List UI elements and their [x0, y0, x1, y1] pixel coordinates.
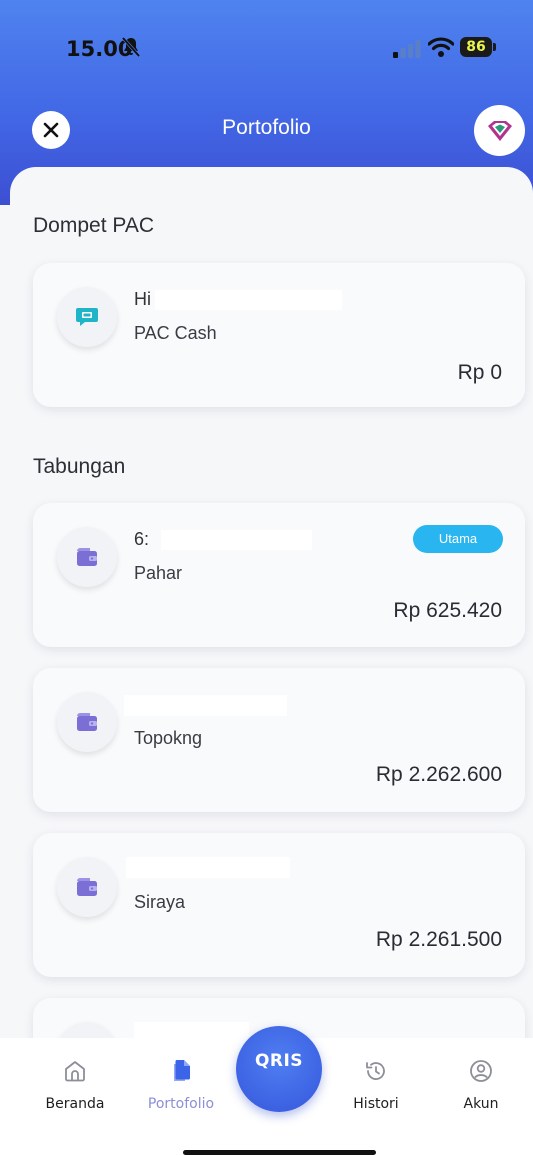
qris-icon: QRIS — [254, 1051, 304, 1071]
wallet-icon — [77, 713, 97, 731]
wallet-icon — [77, 548, 97, 566]
nav-label: Portofolio — [147, 1096, 215, 1112]
savings-card[interactable]: 6: Pahar Utama Rp 625.420 — [33, 503, 525, 647]
nav-label: Akun — [463, 1096, 499, 1112]
pac-wallet-icon — [76, 308, 98, 326]
nav-label: Histori — [353, 1096, 399, 1112]
pac-cash-card[interactable]: Hi PAC Cash Rp 0 — [33, 263, 525, 407]
nav-portofolio[interactable]: Portofolio — [131, 1058, 231, 1112]
wifi-icon — [428, 37, 454, 57]
wallet-icon — [77, 878, 97, 896]
signal-icon — [393, 40, 421, 58]
savings-avatar — [57, 857, 117, 917]
home-icon — [65, 1061, 85, 1082]
account-balance: Rp 2.262.600 — [375, 763, 502, 786]
greeting-text: Hi — [134, 289, 151, 309]
redacted-block — [155, 290, 342, 310]
account-name: PAC Cash — [134, 323, 217, 343]
account-name: Topokng — [134, 728, 203, 748]
section-title-tabungan: Tabungan — [33, 455, 126, 478]
pac-cash-avatar — [57, 287, 117, 347]
account-number: 6: — [134, 529, 150, 549]
primary-badge: Utama — [413, 525, 503, 553]
nav-histori[interactable]: Histori — [326, 1058, 426, 1112]
nav-beranda[interactable]: Beranda — [25, 1058, 125, 1112]
account-balance: Rp 625.420 — [393, 599, 502, 622]
home-indicator — [183, 1150, 376, 1155]
nav-label: Beranda — [45, 1096, 105, 1112]
savings-card[interactable]: Topokng Rp 2.262.600 — [33, 668, 525, 812]
history-icon — [366, 1062, 385, 1080]
page-title: Portofolio — [222, 116, 311, 139]
account-icon — [470, 1060, 492, 1082]
redacted-block — [126, 857, 290, 878]
qris-button[interactable]: QRIS — [236, 1026, 322, 1112]
brand-logo-button[interactable] — [474, 105, 525, 156]
redacted-block — [124, 695, 287, 716]
portfolio-icon — [174, 1060, 190, 1081]
savings-avatar — [57, 527, 117, 587]
account-balance: Rp 2.261.500 — [375, 928, 502, 951]
account-name: Pahar — [134, 563, 183, 583]
savings-avatar — [57, 692, 117, 752]
account-balance: Rp 0 — [457, 361, 502, 384]
savings-card[interactable]: Siraya Rp 2.261.500 — [33, 833, 525, 977]
account-name: Siraya — [134, 892, 186, 912]
brand-logo-icon — [487, 120, 512, 141]
redacted-block — [161, 530, 312, 550]
section-title-dompet: Dompet PAC — [33, 214, 154, 237]
bell-muted-icon — [121, 36, 141, 58]
battery-indicator: 86 — [460, 37, 496, 57]
nav-akun[interactable]: Akun — [431, 1058, 531, 1112]
